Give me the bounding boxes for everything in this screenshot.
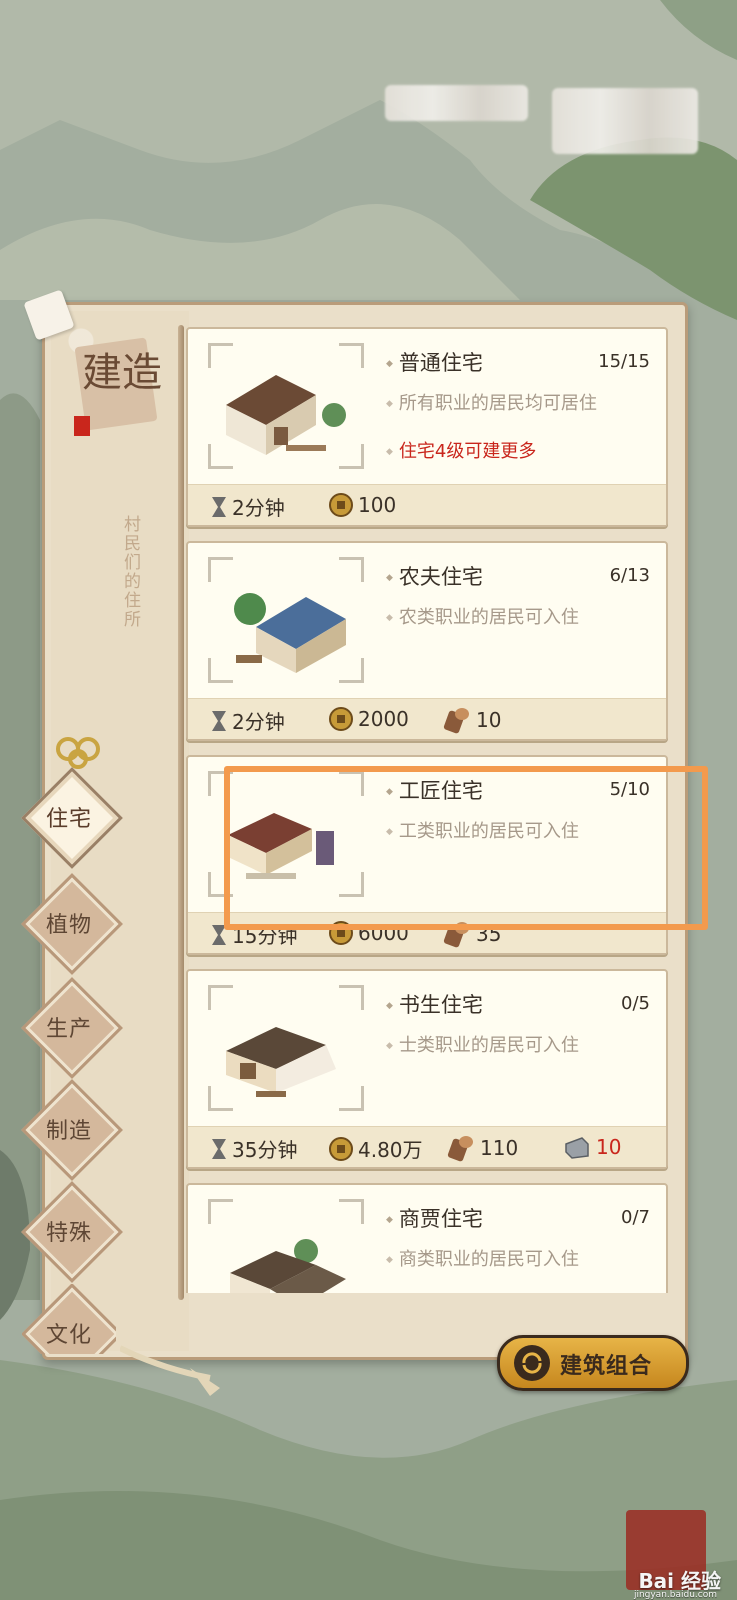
building-thumbnail [208,985,364,1111]
cost-bar: 35分钟 4.80万 110 10 [188,1126,666,1167]
time-value: 2分钟 [232,496,285,520]
tab-plants[interactable]: 植物 [21,873,123,975]
highlight-annotation [224,766,708,930]
panel-title-seal: 建造 [72,330,162,440]
tab-special[interactable]: 特殊 [21,1181,123,1283]
house-image [230,1239,346,1293]
refresh-cycle-icon [514,1345,550,1381]
tab-production[interactable]: 生产 [21,977,123,1079]
wood-cost: 10 [442,706,501,734]
tassel-ornament-icon [120,1345,220,1396]
tab-housing[interactable]: 住宅 [21,767,123,869]
house-image [226,375,346,455]
tab-label: 生产 [45,1017,92,1042]
building-name: 书生住宅 [386,989,483,1019]
tab-manufacturing[interactable]: 制造 [21,1079,123,1181]
building-combo-button[interactable]: 建筑组合 [497,1335,689,1391]
building-thumbnail [208,1199,364,1293]
watermark-url: jingyan.baidu.com [633,1590,717,1600]
time-value: 35分钟 [232,1138,298,1162]
hourglass-icon [212,496,226,517]
wood-value: 110 [480,1136,519,1160]
iron-cost: 10 [562,1134,621,1160]
building-card[interactable]: 普通住宅 15/15 所有职业的居民均可居住 住宅4级可建更多 2分钟 100 [186,327,668,527]
building-thumbnail [208,343,364,469]
tab-label: 住宅 [45,807,92,832]
list-divider [178,325,184,1300]
building-name: 普通住宅 [386,347,483,377]
coin-cost: 4.80万 [328,1134,423,1163]
building-warning: 住宅4级可建更多 [386,437,536,463]
house-image [226,1027,336,1097]
coin-cost: 100 [328,492,396,518]
cost-bar: 2分钟 2000 10 [188,698,666,739]
tab-culture[interactable]: 文化 [22,1284,116,1354]
coin-icon [329,493,353,517]
resource-info-blurred [552,88,698,154]
coin-value: 2000 [358,707,409,731]
building-name: 商贾住宅 [386,1203,483,1233]
time-cost: 35分钟 [210,1134,297,1163]
coin-value: 4.80万 [358,1138,423,1162]
coin-value: 100 [358,493,397,517]
time-cost: 2分钟 [210,492,285,521]
building-count: 15/15 [598,351,650,372]
coin-icon [329,1136,353,1161]
wood-log-icon [447,1136,473,1162]
building-name: 农夫住宅 [386,561,483,591]
building-desc: 商类职业的居民可入住 [386,1245,579,1271]
building-card[interactable]: 农夫住宅 6/13 农类职业的居民可入住 2分钟 2000 10 [186,541,668,741]
building-thumbnail [208,557,364,683]
building-desc: 士类职业的居民可入住 [386,1031,579,1057]
time-value: 2分钟 [232,710,285,734]
wood-cost: 110 [446,1134,518,1162]
tab-label: 植物 [45,913,92,938]
building-desc: 所有职业的居民均可居住 [386,389,597,415]
building-count: 0/5 [621,993,650,1014]
tab-label: 特殊 [45,1221,92,1246]
coin-icon [329,707,353,731]
hourglass-icon [212,1138,226,1159]
tab-label: 制造 [45,1119,92,1144]
building-desc: 农类职业的居民可入住 [386,603,579,629]
iron-value: 10 [596,1135,622,1159]
wood-value: 10 [476,708,502,732]
hourglass-icon [212,710,226,731]
time-cost: 2分钟 [210,706,285,735]
cost-bar: 2分钟 100 [188,484,666,525]
tab-label: 文化 [45,1323,92,1348]
player-info-blurred [385,85,528,121]
building-card[interactable]: 书生住宅 0/5 士类职业的居民可入住 35分钟 4.80万 110 10 [186,969,668,1169]
coin-cost: 2000 [328,706,409,732]
panel-subtitle: 村民们的住所 [120,515,140,629]
building-count: 6/13 [609,565,650,586]
title-char-1: 建造 [82,350,162,396]
building-card[interactable]: 商贾住宅 0/7 商类职业的居民可入住 [186,1183,668,1293]
wood-log-icon [443,708,469,734]
combo-button-label: 建筑组合 [560,1354,653,1379]
house-image [234,593,346,673]
building-count: 0/7 [621,1207,650,1228]
iron-ingot-icon [565,1137,589,1159]
